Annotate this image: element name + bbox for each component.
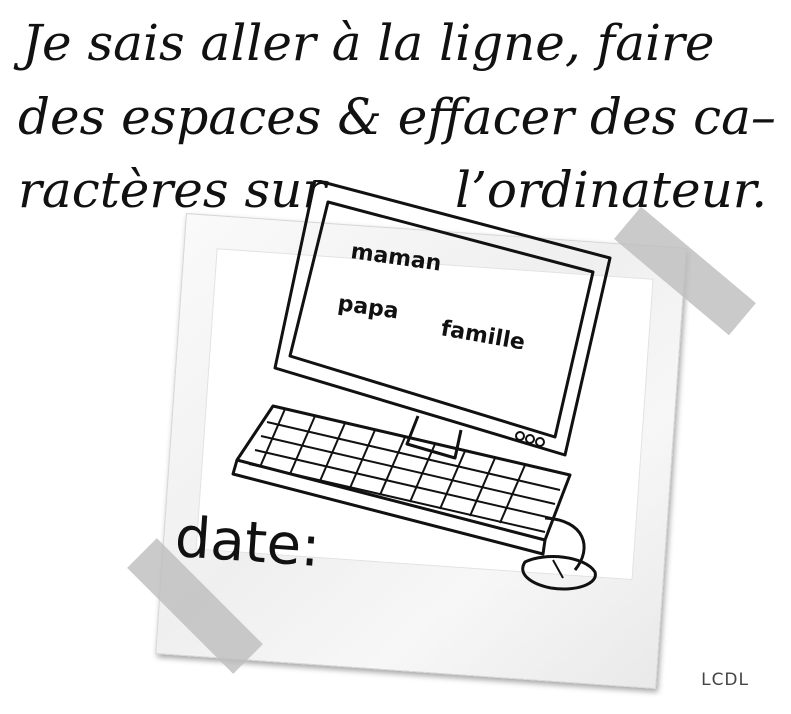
- title-line-1: Je sais aller à la ligne, faire: [22, 14, 715, 72]
- screen-word-maman: maman: [349, 239, 443, 276]
- monitor-screen: [288, 200, 595, 439]
- footer-credit: LCDL: [701, 670, 749, 690]
- screen-word-famille: famille: [439, 316, 527, 355]
- date-label: date:: [172, 505, 323, 580]
- title-line-2: des espaces & effacer des ca–: [18, 88, 776, 146]
- screen-word-papa: papa: [336, 291, 400, 324]
